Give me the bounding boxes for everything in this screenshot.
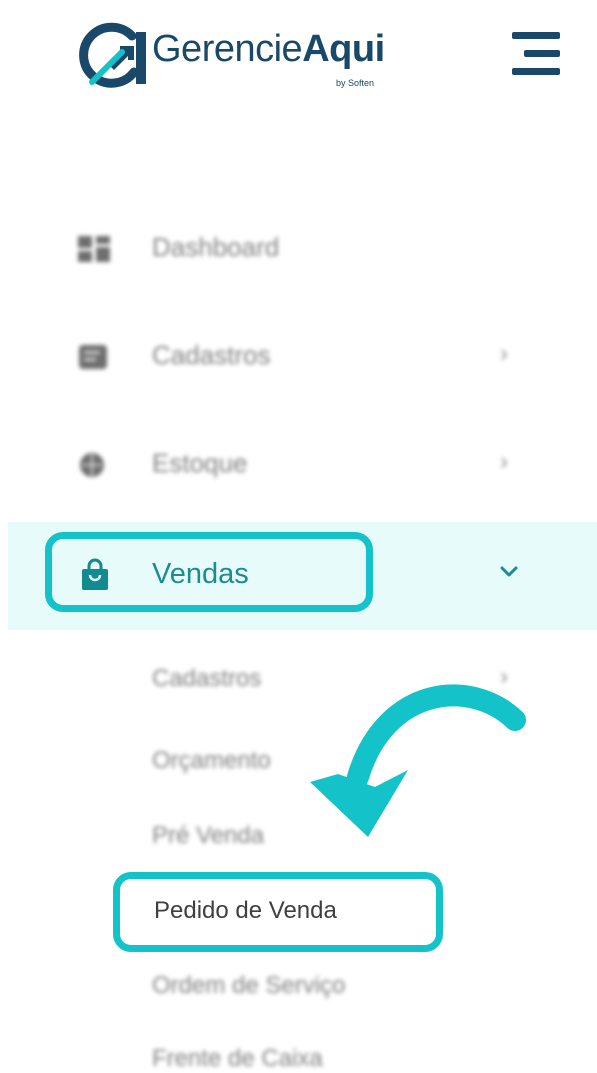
submenu-item-ordem-de-servico[interactable]: Ordem de Serviço: [152, 972, 345, 1000]
hamburger-bar: [512, 68, 560, 75]
submenu-item-cadastros[interactable]: Cadastros: [152, 665, 261, 693]
menu-item-dashboard[interactable]: Dashboard: [0, 218, 597, 278]
menu-item-label: Estoque: [152, 448, 248, 478]
chevron-right-icon: ›: [500, 340, 508, 367]
submenu-item-orcamento[interactable]: Orçamento: [152, 747, 271, 775]
estoque-icon: [80, 453, 104, 477]
annotation-arrow-icon: [310, 684, 526, 837]
hamburger-bar: [512, 32, 560, 39]
hamburger-menu-button[interactable]: [510, 30, 562, 78]
cadastros-icon: [79, 345, 107, 369]
chevron-down-icon: [500, 566, 518, 577]
brand-byline: by Soften: [336, 78, 375, 88]
highlight-frame-pedido-de-venda: [113, 872, 443, 952]
menu-item-label: Dashboard: [152, 232, 280, 262]
submenu-item-frente-de-caixa[interactable]: Frente de Caixa: [152, 1045, 323, 1073]
brand-name: GerencieAqui: [152, 28, 385, 70]
menu-item-estoque[interactable]: Estoque ›: [0, 434, 597, 494]
highlight-frame-vendas: [45, 532, 373, 612]
menu-item-label: Cadastros: [152, 340, 271, 370]
chevron-right-icon: ›: [500, 448, 508, 475]
dashboard-icon: [78, 236, 110, 262]
menu-item-cadastros[interactable]: Cadastros ›: [0, 326, 597, 386]
hamburger-bar: [524, 50, 560, 57]
submenu-item-pre-venda[interactable]: Pré Venda: [152, 822, 264, 850]
